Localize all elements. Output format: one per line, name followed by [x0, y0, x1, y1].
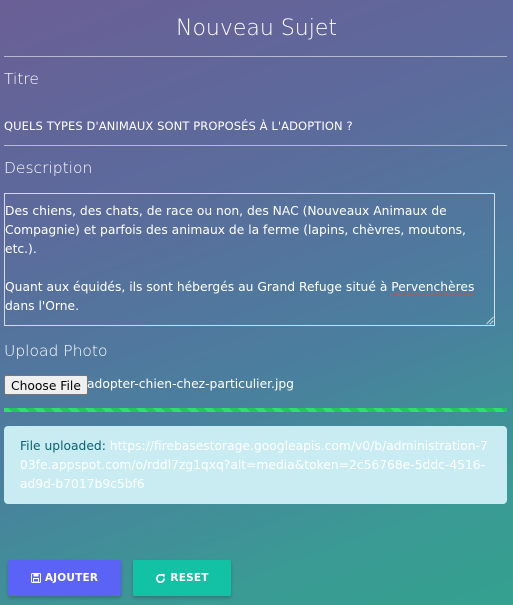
titre-input[interactable]: QUELS TYPES D'ANIMAUX SONT PROPOSÉS À L'…: [4, 119, 353, 133]
description-label: Description: [4, 159, 93, 177]
description-paragraph-2: Quant aux équidés, ils sont hébergés au …: [5, 280, 475, 313]
titre-input-underline: [4, 145, 507, 146]
alert-prefix: File uploaded:: [20, 439, 110, 453]
description-paragraph-1: Des chiens, des chats, de race ou non, d…: [5, 204, 466, 256]
reset-button[interactable]: RESET: [133, 560, 231, 596]
choose-file-button[interactable]: Choose File: [4, 375, 88, 395]
page-title: Nouveau Sujet: [175, 16, 337, 41]
selected-file-name: adopter-chien-chez-particulier.jpg: [87, 377, 294, 391]
upload-progress-bar: [4, 408, 507, 412]
title-divider: [4, 56, 507, 57]
reset-button-label: RESET: [170, 572, 209, 584]
resize-handle-icon[interactable]: [485, 316, 493, 324]
refresh-icon: [156, 573, 166, 583]
upload-progress-fill: [4, 408, 507, 412]
save-icon: [30, 573, 41, 583]
add-button[interactable]: AJOUTER: [8, 560, 121, 596]
upload-photo-label: Upload Photo: [4, 342, 108, 360]
add-button-label: AJOUTER: [44, 572, 99, 584]
description-textarea[interactable]: Des chiens, des chats, de race ou non, d…: [4, 193, 495, 326]
spellcheck-word: Pervenchères: [391, 280, 475, 294]
titre-label: Titre: [4, 70, 39, 88]
upload-success-alert: File uploaded: https://firebasestorage.g…: [4, 426, 507, 504]
